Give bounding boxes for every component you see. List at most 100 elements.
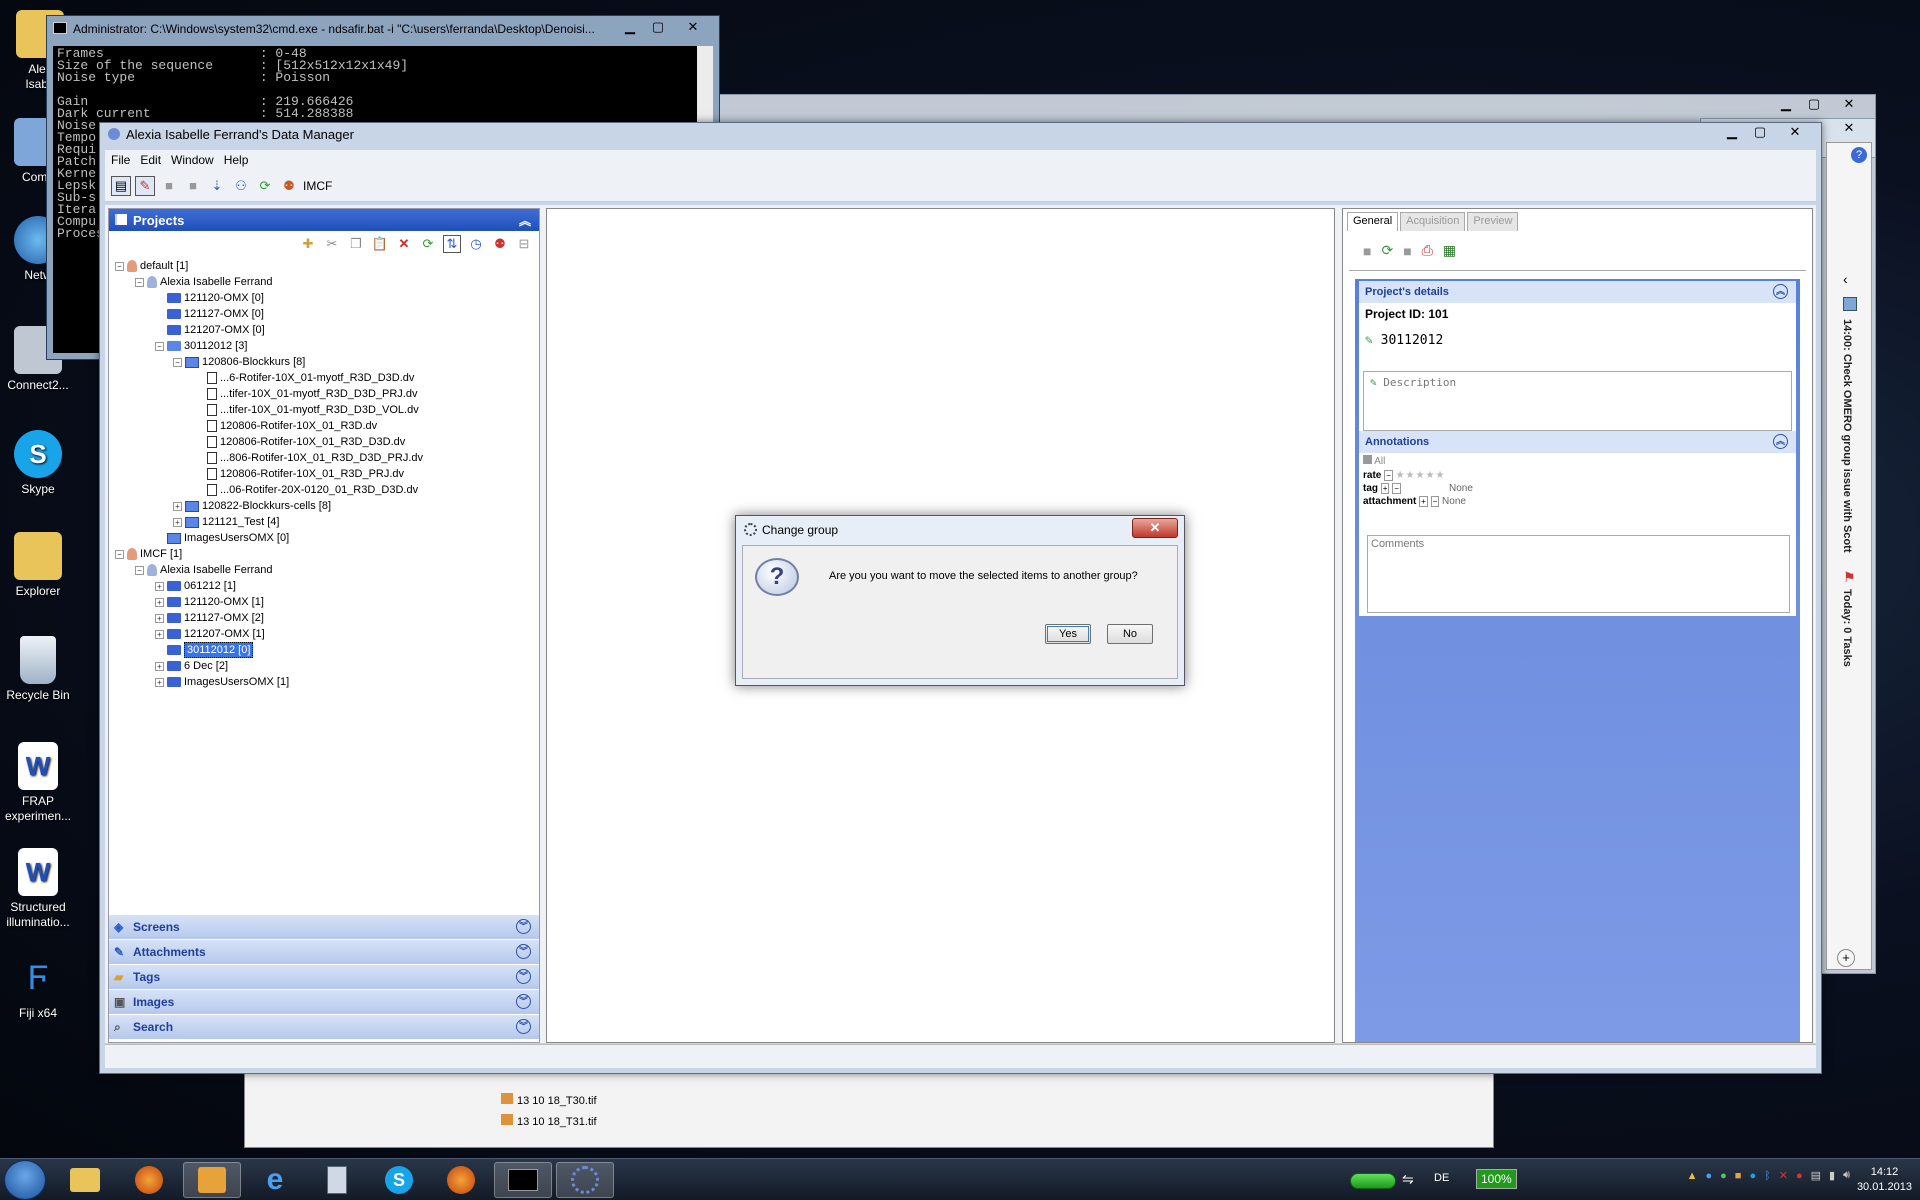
desktop-icon-recycle-bin[interactable]: Recycle Bin	[0, 636, 78, 703]
chevron-left-icon[interactable]: ‹	[1843, 271, 1848, 287]
tree-node-dataset[interactable]: + ImagesUsersOMX [1]	[155, 675, 289, 689]
file-item[interactable]: 13 10 18_T31.tif	[501, 1112, 597, 1133]
sort-icon[interactable]: ⇅	[443, 235, 461, 253]
maximize-icon[interactable]: ▢	[645, 18, 671, 36]
tree-node-user[interactable]: − Alexia Isabelle Ferrand	[135, 563, 273, 577]
explorer-view-icon[interactable]: ▤	[111, 175, 131, 196]
expand-icon[interactable]: ︾	[516, 1019, 531, 1034]
accordion-screens[interactable]: ◈ Screens ︾	[109, 914, 539, 939]
taskbar-calculator[interactable]	[308, 1162, 366, 1198]
minimize-icon[interactable]: ▁	[617, 18, 643, 36]
tree-node-image[interactable]: ...06-Rotifer-20X-0120_01_R3D_D3D.dv	[207, 483, 418, 497]
expand-toggle-icon[interactable]: +	[155, 581, 164, 591]
bluetooth-icon[interactable]: ᛒ	[1764, 1170, 1771, 1182]
people-icon[interactable]: ⚇	[231, 176, 251, 196]
expand-icon[interactable]: ︾	[516, 944, 531, 959]
paste-icon[interactable]: 📋	[371, 236, 389, 252]
close-icon[interactable]: ✕	[673, 18, 713, 36]
projects-header[interactable]: Projects ︽	[109, 209, 539, 231]
grid-view-icon[interactable]: ■	[159, 176, 179, 196]
tree-node-group[interactable]: − IMCF [1]	[115, 547, 182, 561]
refresh-icon[interactable]: ⟳	[255, 176, 275, 196]
taskpane-icon[interactable]: ✎	[135, 175, 155, 196]
close-icon[interactable]: ✕	[1775, 123, 1815, 141]
close-icon[interactable]: ✕	[1829, 95, 1869, 113]
tree-node-image[interactable]: ...tifer-10X_01-myotf_R3D_D3D_PRJ.dv	[207, 387, 417, 401]
add-attachment-icon[interactable]: +	[1419, 496, 1428, 507]
tray-icon-5[interactable]: ●	[1749, 1170, 1756, 1182]
dialog-titlebar[interactable]: Change group ✕	[736, 516, 1184, 544]
expand-toggle-icon[interactable]: +	[155, 613, 164, 623]
tree-node-image[interactable]: ...6-Rotifer-10X_01-myotf_R3D_D3D.dv	[207, 371, 414, 385]
tab-preview[interactable]: Preview	[1467, 212, 1519, 231]
collapse-toggle-icon[interactable]: −	[155, 341, 164, 351]
minimize-icon[interactable]: ▁	[1773, 95, 1799, 113]
group-label[interactable]: IMCF	[303, 179, 332, 193]
expand-icon[interactable]: ︾	[516, 919, 531, 934]
taskbar-firefox[interactable]	[120, 1162, 178, 1198]
expand-toggle-icon[interactable]: +	[155, 629, 164, 639]
expand-icon[interactable]: ︾	[516, 994, 531, 1009]
tree-node-image[interactable]: ...tifer-10X_01-myotf_R3D_D3D_VOL.dv	[207, 403, 419, 417]
console-titlebar[interactable]: Administrator: C:\Windows\system32\cmd.e…	[47, 16, 719, 40]
desktop-icon-skype[interactable]: S Skype	[0, 430, 78, 497]
calendar-icon[interactable]	[1843, 297, 1857, 311]
app-titlebar[interactable]: Alexia Isabelle Ferrand's Data Manager ▁…	[100, 123, 1821, 145]
taskbar-internet-explorer[interactable]: e	[246, 1162, 304, 1198]
tree-node-user[interactable]: − Alexia Isabelle Ferrand	[135, 275, 273, 289]
input-icon[interactable]: ⇋	[1402, 1171, 1414, 1188]
desktop-icon-explorer[interactable]: Explorer	[0, 532, 78, 599]
edit-pencil-icon[interactable]: ✎	[1370, 376, 1377, 389]
tree-node-image[interactable]: 120806-Rotifer-10X_01_R3D_D3D.dv	[207, 435, 405, 449]
description-field[interactable]: ✎ Description	[1363, 371, 1792, 431]
tab-general[interactable]: General	[1347, 212, 1399, 231]
tree-node-project[interactable]: +061212 [1]	[155, 579, 236, 593]
menu-window[interactable]: Window	[171, 153, 214, 167]
comments-field[interactable]: Comments	[1367, 535, 1790, 613]
disk-icon[interactable]: ■	[1403, 243, 1411, 259]
tree-node-dataset[interactable]: ImagesUsersOMX [0]	[167, 531, 289, 545]
close-icon[interactable]: ✕	[1829, 119, 1869, 137]
delete-icon[interactable]: ✕	[395, 236, 413, 252]
tray-icon-9[interactable]: ▮	[1829, 1169, 1835, 1182]
tree-node-image[interactable]: 120806-Rotifer-10X_01_R3D.dv	[207, 419, 377, 433]
collapse-icon[interactable]: ︽	[1773, 434, 1788, 449]
rating-stars[interactable]: ★★★★★	[1396, 470, 1446, 481]
accordion-search[interactable]: ⌕ Search ︾	[109, 1014, 539, 1039]
expand-toggle-icon[interactable]: +	[155, 661, 164, 671]
filter-all[interactable]: All	[1359, 453, 1796, 469]
taskbar-skype[interactable]: S	[370, 1162, 428, 1198]
collapse-toggle-icon[interactable]: −	[115, 549, 124, 559]
tree-node-project[interactable]: +121127-OMX [2]	[155, 611, 264, 625]
clock-icon[interactable]: ◷	[467, 236, 485, 252]
collapse-toggle-icon[interactable]: −	[135, 277, 144, 287]
section-header[interactable]: Annotations ︽	[1359, 431, 1796, 453]
dialog-close-button[interactable]: ✕	[1132, 518, 1178, 538]
refresh-icon[interactable]: ⟳	[1381, 242, 1393, 259]
tray-icon-6[interactable]: ✕	[1779, 1169, 1788, 1182]
change-group-dialog[interactable]: Change group ✕ ? Are you you want to mov…	[735, 515, 1185, 686]
tree-node-dataset[interactable]: − 120806-Blockkurs [8]	[173, 355, 305, 369]
file-item[interactable]: 13 10 18_T30.tif	[501, 1091, 597, 1112]
group-icon[interactable]: ⚉	[279, 176, 299, 196]
edit-pencil-icon[interactable]: ✎	[1365, 333, 1373, 348]
menu-edit[interactable]: Edit	[140, 153, 161, 167]
taskbar-explorer[interactable]	[56, 1162, 114, 1198]
clock[interactable]: 14:12 30.01.2013	[1857, 1165, 1912, 1195]
new-icon[interactable]: ✚	[299, 236, 317, 252]
desktop-icon-fiji[interactable]: Ϝ Fiji x64	[0, 954, 78, 1021]
taskbar-outlook[interactable]	[183, 1162, 241, 1198]
tab-acquisition[interactable]: Acquisition	[1400, 212, 1466, 231]
volume-icon[interactable]: 🔊︎	[1843, 1169, 1850, 1182]
task-text[interactable]: 14:00: Check OMERO group issue with Scot…	[1841, 319, 1853, 553]
tree-node-project[interactable]: +6 Dec [2]	[155, 659, 228, 673]
tree-node-image[interactable]: ...806-Rotifer-10X_01_R3D_D3D_PRJ.dv	[207, 451, 423, 465]
expand-toggle-icon[interactable]: +	[173, 517, 182, 527]
section-header[interactable]: Project's details ︽	[1359, 281, 1796, 303]
tray-icon-1[interactable]: ▲	[1687, 1170, 1698, 1182]
add-icon[interactable]: +	[1837, 949, 1855, 967]
language-indicator[interactable]: DE	[1434, 1172, 1449, 1184]
columns-icon[interactable]: ▦	[1443, 242, 1456, 259]
expand-toggle-icon[interactable]: +	[173, 501, 182, 511]
tree-node-project[interactable]: +121207-OMX [1]	[155, 627, 265, 641]
